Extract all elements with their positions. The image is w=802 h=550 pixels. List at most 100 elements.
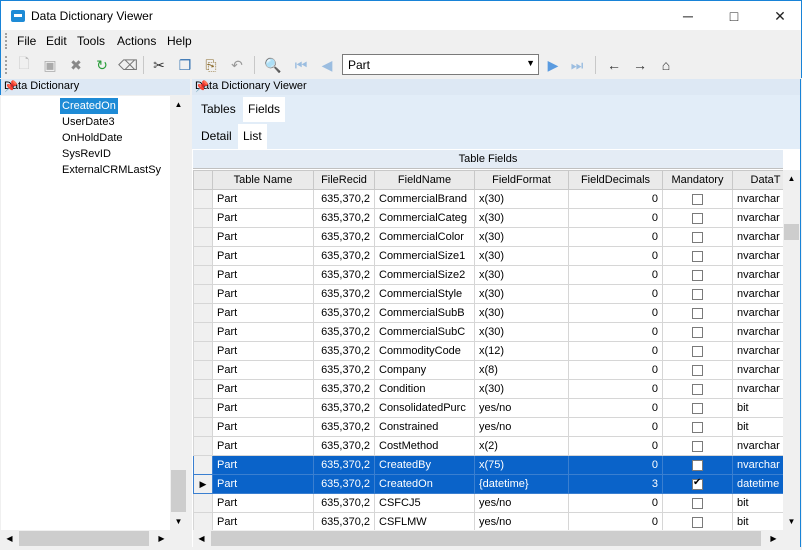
cell-data-type[interactable]: bit (732, 512, 783, 530)
cell-file-recid[interactable]: 635,370,2 (313, 455, 375, 475)
scroll-thumb[interactable] (784, 224, 799, 240)
cell-field-name[interactable]: CommercialColor (374, 227, 475, 247)
cell-mandatory[interactable] (662, 227, 733, 247)
cell-field-format[interactable]: x(30) (474, 379, 569, 399)
cell-table-name[interactable]: Part (212, 322, 314, 342)
chevron-down-icon[interactable]: ▼ (526, 58, 535, 68)
cell-field-decimals[interactable]: 0 (568, 417, 663, 437)
cell-field-format[interactable]: x(30) (474, 284, 569, 304)
tree-item[interactable]: CreatedOn (60, 98, 118, 114)
cell-field-format[interactable]: x(30) (474, 265, 569, 285)
cell-field-decimals[interactable]: 0 (568, 341, 663, 361)
save-icon[interactable]: ▣ (40, 55, 60, 75)
cell-field-name[interactable]: CommercialSize1 (374, 246, 475, 266)
cell-field-name[interactable]: ConsolidatedPurc (374, 398, 475, 418)
cell-mandatory[interactable] (662, 417, 733, 437)
cell-data-type[interactable]: bit (732, 493, 783, 513)
column-header[interactable]: DataT (732, 170, 783, 190)
row-indicator[interactable] (193, 436, 213, 456)
row-indicator[interactable] (193, 322, 213, 342)
forward-icon[interactable]: → (630, 55, 650, 75)
cell-table-name[interactable]: Part (212, 189, 314, 209)
grid-horizontal-scrollbar[interactable]: ◀ ▶ (193, 530, 800, 547)
cell-mandatory[interactable] (662, 493, 733, 513)
cell-field-format[interactable]: x(30) (474, 208, 569, 228)
cell-data-type[interactable]: nvarchar (732, 379, 783, 399)
cell-field-decimals[interactable]: 0 (568, 246, 663, 266)
table-row[interactable]: Part 635,370,2 CommercialSize1 x(30) 0 nvarch… (193, 246, 783, 266)
refresh-icon[interactable]: ↻ (92, 55, 112, 75)
scroll-up-icon[interactable]: ▲ (783, 170, 800, 187)
cell-field-decimals[interactable]: 0 (568, 436, 663, 456)
cell-mandatory[interactable] (662, 322, 733, 342)
cell-data-type[interactable]: nvarchar (732, 341, 783, 361)
mandatory-checkbox[interactable] (692, 440, 703, 452)
row-indicator[interactable] (193, 303, 213, 323)
cell-data-type[interactable]: nvarchar (732, 436, 783, 456)
scroll-thumb[interactable] (211, 531, 761, 546)
cell-data-type[interactable]: bit (732, 398, 783, 418)
cell-data-type[interactable]: bit (732, 417, 783, 437)
cell-field-name[interactable]: CommodityCode (374, 341, 475, 361)
menu-help[interactable]: Help (167, 34, 192, 48)
tab-detail[interactable]: Detail (196, 124, 237, 149)
cell-file-recid[interactable]: 635,370,2 (313, 189, 375, 209)
cell-field-format[interactable]: yes/no (474, 493, 569, 513)
row-indicator[interactable] (193, 189, 213, 209)
mandatory-checkbox[interactable] (692, 269, 703, 281)
scroll-thumb[interactable] (19, 531, 149, 546)
menu-edit[interactable]: Edit (46, 34, 67, 48)
table-row[interactable]: Part 635,370,2 CostMethod x(2) 0 nvarchar (193, 436, 783, 456)
delete-icon[interactable]: ✖ (66, 55, 86, 75)
cell-table-name[interactable]: Part (212, 227, 314, 247)
cell-field-format[interactable]: x(30) (474, 303, 569, 323)
cell-mandatory[interactable] (662, 208, 733, 228)
minimize-button[interactable]: ─ (665, 1, 711, 31)
scroll-right-icon[interactable]: ▶ (765, 530, 782, 547)
cell-data-type[interactable]: datetime (732, 474, 783, 494)
cell-field-name[interactable]: CommercialBrand (374, 189, 475, 209)
cell-table-name[interactable]: Part (212, 360, 314, 380)
mandatory-checkbox[interactable] (692, 516, 703, 528)
scroll-thumb[interactable] (171, 470, 186, 512)
cell-mandatory[interactable] (662, 265, 733, 285)
row-indicator[interactable] (193, 284, 213, 304)
cell-table-name[interactable]: Part (212, 455, 314, 475)
eraser-icon[interactable]: ⌫ (118, 55, 138, 75)
tree-item[interactable]: UserDate3 (60, 114, 117, 130)
cell-table-name[interactable]: Part (212, 379, 314, 399)
cell-field-decimals[interactable]: 0 (568, 189, 663, 209)
cell-file-recid[interactable]: 635,370,2 (313, 512, 375, 530)
table-row[interactable]: Part 635,370,2 CommercialBrand x(30) 0 nvarch… (193, 189, 783, 209)
cell-file-recid[interactable]: 635,370,2 (313, 265, 375, 285)
table-row[interactable]: Part 635,370,2 CSFCJ5 yes/no 0 bit (193, 493, 783, 513)
cell-field-format[interactable]: x(12) (474, 341, 569, 361)
cell-data-type[interactable]: nvarchar (732, 455, 783, 475)
maximize-button[interactable]: □ (711, 1, 757, 31)
cell-field-format[interactable]: yes/no (474, 398, 569, 418)
cell-mandatory[interactable] (662, 455, 733, 475)
paste-icon[interactable]: ⎘ (201, 55, 221, 75)
last-record-icon[interactable]: ⏭ (567, 55, 587, 75)
tab-fields[interactable]: Fields (243, 97, 286, 122)
row-indicator[interactable] (193, 512, 213, 530)
row-indicator[interactable] (193, 398, 213, 418)
mandatory-checkbox[interactable] (692, 326, 703, 338)
new-icon[interactable]: 🗋 (14, 55, 34, 75)
tab-list[interactable]: List (238, 124, 267, 149)
first-record-icon[interactable]: ⏮ (291, 55, 311, 75)
cell-table-name[interactable]: Part (212, 436, 314, 456)
mandatory-checkbox[interactable] (692, 402, 703, 414)
cell-mandatory[interactable] (662, 303, 733, 323)
cell-field-decimals[interactable]: 0 (568, 284, 663, 304)
fields-grid[interactable]: Table Name FileRecid FieldName FieldFormat F… (193, 170, 783, 530)
mandatory-checkbox[interactable] (692, 364, 703, 376)
cell-field-name[interactable]: Constrained (374, 417, 475, 437)
cell-file-recid[interactable]: 635,370,2 (313, 303, 375, 323)
cell-table-name[interactable]: Part (212, 474, 314, 494)
cell-field-decimals[interactable]: 0 (568, 493, 663, 513)
row-indicator[interactable] (193, 208, 213, 228)
table-row[interactable]: Part 635,370,2 CommercialColor x(30) 0 nvarch… (193, 227, 783, 247)
table-row[interactable]: Part 635,370,2 Company x(8) 0 nvarchar (193, 360, 783, 380)
table-row[interactable]: Part 635,370,2 CreatedBy x(75) 0 nvarchar (193, 455, 783, 475)
